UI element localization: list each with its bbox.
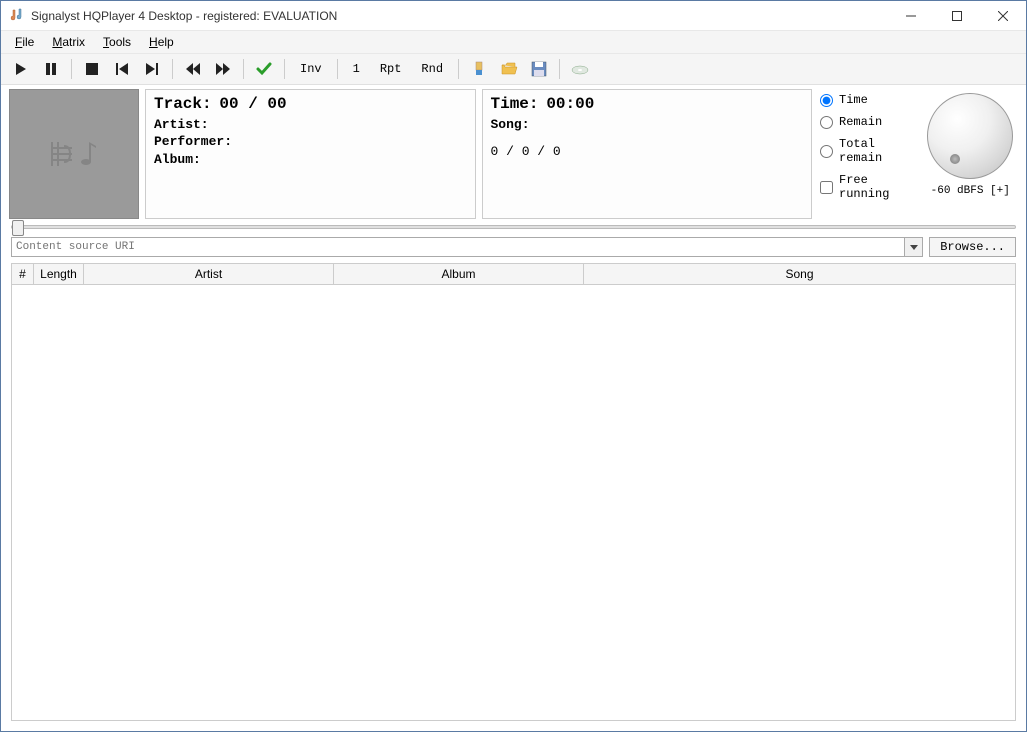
col-artist[interactable]: Artist xyxy=(84,264,334,284)
time-radio[interactable] xyxy=(820,94,833,107)
volume-knob[interactable] xyxy=(927,93,1013,179)
song-label: Song: xyxy=(491,117,530,132)
counter-value: 0 / 0 / 0 xyxy=(491,144,561,159)
performer-label: Performer: xyxy=(154,134,232,149)
uri-dropdown-button[interactable] xyxy=(904,238,922,256)
browse-button[interactable]: Browse... xyxy=(929,237,1016,257)
total-remain-radio[interactable] xyxy=(820,145,833,158)
col-length[interactable]: Length xyxy=(34,264,84,284)
uri-row: Browse... xyxy=(1,235,1026,263)
artist-label: Artist: xyxy=(154,117,209,132)
info-row: Track: 00 / 00 Artist: Performer: Album:… xyxy=(1,85,1026,223)
app-icon xyxy=(9,8,25,24)
time-mode-remain[interactable]: Remain xyxy=(820,115,920,129)
track-info-box: Track: 00 / 00 Artist: Performer: Album: xyxy=(145,89,476,219)
rewind-button[interactable] xyxy=(181,57,205,81)
track-label: Track: xyxy=(154,95,212,113)
time-value: 00:00 xyxy=(546,95,594,113)
check-button[interactable] xyxy=(252,57,276,81)
free-running-label: Free running xyxy=(839,173,920,201)
playlist-header: # Length Artist Album Song xyxy=(11,263,1016,285)
one-button[interactable]: 1 xyxy=(346,58,367,80)
stop-button[interactable] xyxy=(80,57,104,81)
rnd-button[interactable]: Rnd xyxy=(414,58,450,80)
col-song[interactable]: Song xyxy=(584,264,1015,284)
volume-column: -60 dBFS [+] xyxy=(924,93,1016,215)
album-label: Album: xyxy=(154,152,201,167)
remain-radio-label: Remain xyxy=(839,115,882,129)
menu-matrix[interactable]: Matrix xyxy=(44,33,93,51)
inv-button[interactable]: Inv xyxy=(293,58,329,80)
track-value: 00 / 00 xyxy=(219,95,286,113)
maximize-button[interactable] xyxy=(934,1,980,31)
free-running-check[interactable]: Free running xyxy=(820,173,920,201)
volume-readout: -60 dBFS [+] xyxy=(931,185,1010,197)
disc-icon[interactable] xyxy=(568,57,592,81)
minimize-button[interactable] xyxy=(888,1,934,31)
col-album[interactable]: Album xyxy=(334,264,584,284)
total-remain-radio-label: Total remain xyxy=(839,137,920,165)
pause-button[interactable] xyxy=(39,57,63,81)
toolbar: Inv 1 Rpt Rnd xyxy=(1,53,1026,85)
folder-open-icon[interactable] xyxy=(497,57,521,81)
menu-tools[interactable]: Tools xyxy=(95,33,139,51)
menu-file[interactable]: File xyxy=(7,33,42,51)
seek-slider[interactable] xyxy=(11,225,1016,229)
free-running-checkbox[interactable] xyxy=(820,181,833,194)
prev-track-button[interactable] xyxy=(110,57,134,81)
next-track-button[interactable] xyxy=(140,57,164,81)
close-button[interactable] xyxy=(980,1,1026,31)
time-mode-total-remain[interactable]: Total remain xyxy=(820,137,920,165)
save-icon[interactable] xyxy=(527,57,551,81)
time-label: Time: xyxy=(491,95,539,113)
playlist-body[interactable] xyxy=(11,285,1016,721)
remain-radio[interactable] xyxy=(820,116,833,129)
uri-input[interactable] xyxy=(12,238,904,256)
uri-combo[interactable] xyxy=(11,237,923,257)
titlebar: Signalyst HQPlayer 4 Desktop - registere… xyxy=(1,1,1026,31)
time-controls: Time Remain Total remain Free running -6… xyxy=(818,89,1018,219)
menubar: File Matrix Tools Help xyxy=(1,31,1026,53)
window-controls xyxy=(888,1,1026,31)
rpt-button[interactable]: Rpt xyxy=(373,58,409,80)
time-mode-time[interactable]: Time xyxy=(820,93,920,107)
seek-thumb[interactable] xyxy=(12,220,24,236)
time-radio-label: Time xyxy=(839,93,868,107)
time-info-box: Time: 00:00 Song: 0 / 0 / 0 xyxy=(482,89,813,219)
brush-icon[interactable] xyxy=(467,57,491,81)
album-art xyxy=(9,89,139,219)
window-title: Signalyst HQPlayer 4 Desktop - registere… xyxy=(31,9,888,23)
col-num[interactable]: # xyxy=(12,264,34,284)
play-button[interactable] xyxy=(9,57,33,81)
fast-forward-button[interactable] xyxy=(211,57,235,81)
seek-row xyxy=(1,223,1026,235)
menu-help[interactable]: Help xyxy=(141,33,182,51)
